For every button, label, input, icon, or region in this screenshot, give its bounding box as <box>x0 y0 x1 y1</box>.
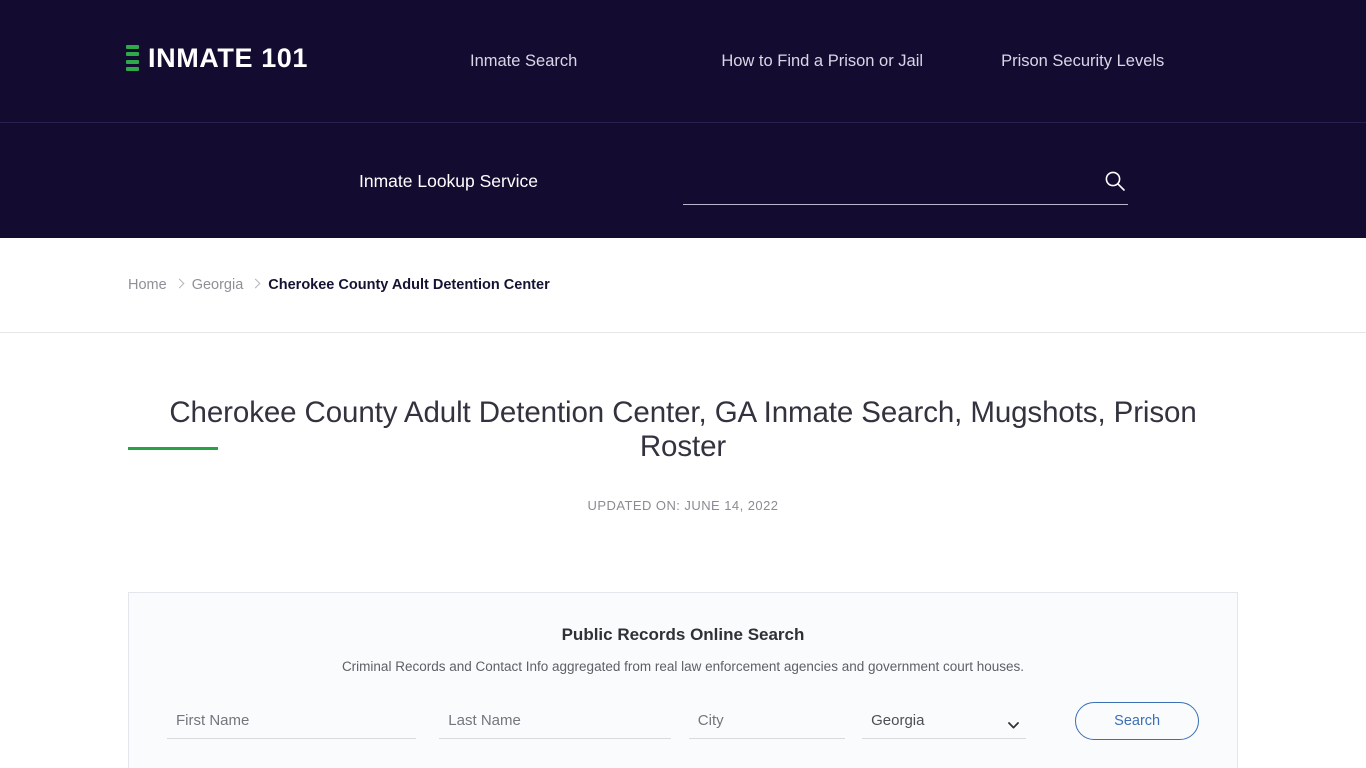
nav-item-inmate-search[interactable]: Inmate Search <box>470 53 577 70</box>
breadcrumb-item-georgia[interactable]: Georgia <box>192 277 244 293</box>
card-subtitle: Criminal Records and Contact Info aggreg… <box>341 659 1025 674</box>
city-field[interactable] <box>688 702 846 739</box>
last-name-input[interactable] <box>439 702 671 738</box>
state-select-field[interactable]: Georgia <box>862 702 1027 739</box>
lookup-search-input[interactable] <box>683 159 1128 204</box>
breadcrumb-current: Cherokee County Adult Detention Center <box>268 277 550 293</box>
nav-item-how-to-find-a-prison-or-jail[interactable]: How to Find a Prison or Jail <box>721 53 923 70</box>
card-title: Public Records Online Search <box>561 625 805 644</box>
search-submit-button[interactable]: Search <box>1075 702 1199 740</box>
breadcrumb: Home Georgia Cherokee County Adult Deten… <box>0 238 1366 333</box>
lookup-service-label: Inmate Lookup Service <box>359 171 538 191</box>
public-records-form: Georgia Search <box>129 702 1237 740</box>
main-navigation: Inmate Search How to Find a Prison or Ja… <box>470 0 1164 122</box>
search-icon[interactable] <box>1104 170 1126 192</box>
city-input[interactable] <box>688 702 846 738</box>
nav-item-prison-security-levels[interactable]: Prison Security Levels <box>1001 53 1164 70</box>
page-title-section: Cherokee County Adult Detention Center, … <box>0 333 1366 513</box>
site-header: INMATE 101 Inmate Search How to Find a P… <box>0 0 1366 122</box>
chevron-right-icon <box>176 279 183 291</box>
lookup-search-field[interactable] <box>683 159 1128 205</box>
updated-on-text: UPDATED ON: JUNE 14, 2022 <box>587 498 779 513</box>
first-name-input[interactable] <box>167 702 417 738</box>
logo-bars-icon <box>126 44 139 72</box>
inmate-lookup-bar: Inmate Lookup Service <box>0 122 1366 238</box>
chevron-right-icon <box>252 279 259 291</box>
page-title: Cherokee County Adult Detention Center, … <box>169 396 1197 463</box>
public-records-search-card: Public Records Online Search Criminal Re… <box>128 592 1238 768</box>
title-accent-rule <box>128 447 218 450</box>
last-name-field[interactable] <box>439 702 671 739</box>
breadcrumb-item-home[interactable]: Home <box>128 277 167 293</box>
site-logo[interactable]: INMATE 101 <box>126 44 308 72</box>
state-select[interactable]: Georgia <box>862 702 1027 738</box>
first-name-field[interactable] <box>167 702 417 739</box>
logo-text: INMATE 101 <box>148 42 309 73</box>
